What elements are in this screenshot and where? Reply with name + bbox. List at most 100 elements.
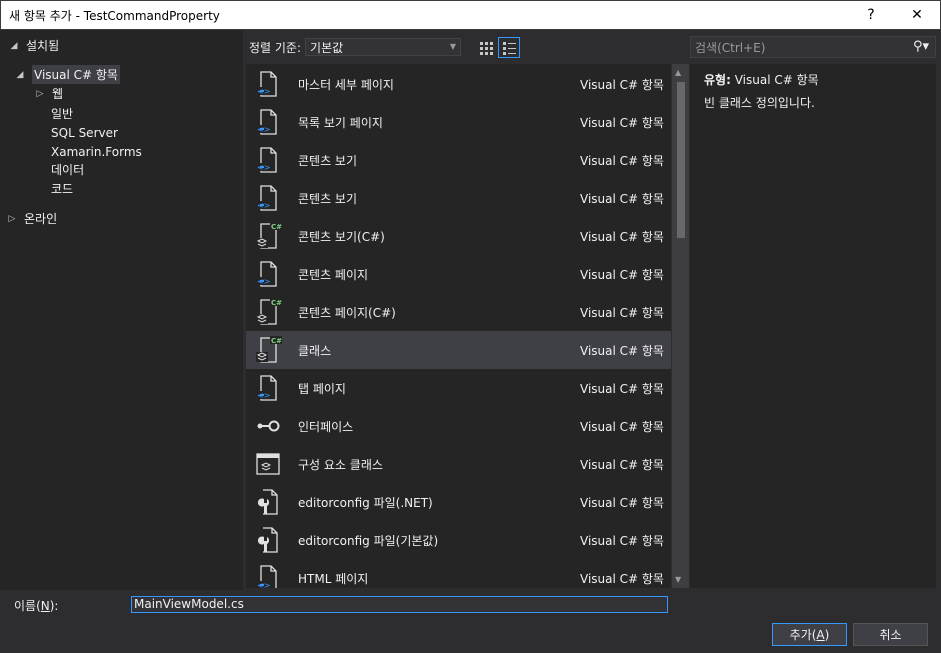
- tree-node-installed[interactable]: ◢ 설치됨: [8, 36, 60, 55]
- grid-icon: [480, 41, 493, 55]
- template-item-name: 콘텐츠 페이지: [298, 268, 369, 282]
- template-item-name: 탭 페이지: [298, 382, 346, 396]
- small-icons-view-button[interactable]: [475, 37, 497, 58]
- expanded-arrow-icon[interactable]: ◢: [8, 41, 20, 51]
- type-label: 유형:: [704, 73, 731, 87]
- template-item-category: Visual C# 항목: [580, 306, 664, 320]
- csharp-class-icon: C#: [254, 298, 282, 326]
- collapsed-arrow-icon[interactable]: ▷: [34, 89, 46, 99]
- template-item-name: 마스터 세부 페이지: [298, 78, 394, 92]
- template-item[interactable]: <> 콘텐츠 보기 Visual C# 항목: [246, 141, 671, 179]
- template-tree-panel: ◢ 설치됨 ◢ Visual C# 항목 ▷ 웹 일반 SQL Server X…: [0, 30, 243, 590]
- template-item[interactable]: C# 클래스 Visual C# 항목: [246, 331, 671, 369]
- template-item-name: HTML 페이지: [298, 572, 369, 586]
- svg-text:C#: C#: [271, 223, 282, 231]
- type-value: Visual C# 항목: [734, 73, 819, 87]
- template-item[interactable]: 구성 요소 클래스 Visual C# 항목: [246, 445, 671, 483]
- template-item[interactable]: <> HTML 페이지 Visual C# 항목: [246, 559, 671, 588]
- svg-text:C#: C#: [271, 337, 282, 345]
- xaml-page-icon: <>: [254, 146, 282, 174]
- template-item-category: Visual C# 항목: [580, 534, 664, 548]
- config-file-icon: [254, 488, 282, 516]
- template-item-name: editorconfig 파일(기본값): [298, 534, 439, 548]
- add-button[interactable]: 추가(A): [772, 623, 847, 646]
- template-item-category: Visual C# 항목: [580, 572, 664, 586]
- template-item[interactable]: <> 콘텐츠 페이지 Visual C# 항목: [246, 255, 671, 293]
- tree-node-data[interactable]: 데이터: [51, 160, 84, 179]
- template-item-category: Visual C# 항목: [580, 78, 664, 92]
- template-item-category: Visual C# 항목: [580, 382, 664, 396]
- template-item-name: 콘텐츠 보기(C#): [298, 230, 385, 244]
- template-item-category: Visual C# 항목: [580, 344, 664, 358]
- tree-node-sql-server[interactable]: SQL Server: [51, 123, 118, 142]
- template-item-category: Visual C# 항목: [580, 458, 664, 472]
- search-box[interactable]: 검색(Ctrl+E) ⚲▾: [690, 36, 936, 58]
- template-item-name: editorconfig 파일(.NET): [298, 496, 433, 510]
- details-panel: 유형: Visual C# 항목 빈 클래스 정의입니다.: [690, 64, 936, 588]
- list-scrollbar[interactable]: ▲ ▼: [672, 64, 689, 588]
- cancel-button[interactable]: 취소: [853, 623, 928, 646]
- description: 빈 클래스 정의입니다.: [704, 96, 815, 110]
- template-item[interactable]: C# 콘텐츠 보기(C#) Visual C# 항목: [246, 217, 671, 255]
- sort-bar: 정렬 기준: 기본값 ▼: [249, 36, 462, 58]
- template-list: <> 마스터 세부 페이지 Visual C# 항목 <> 목록 보기 페이지 Visua…: [246, 64, 671, 588]
- template-item[interactable]: <> 목록 보기 페이지 Visual C# 항목: [246, 103, 671, 141]
- type-row: 유형: Visual C# 항목: [704, 71, 819, 88]
- template-item[interactable]: editorconfig 파일(기본값) Visual C# 항목: [246, 521, 671, 559]
- csharp-class-icon: C#: [254, 222, 282, 250]
- list-icon: [503, 41, 516, 55]
- sort-dropdown[interactable]: 기본값 ▼: [305, 38, 462, 56]
- xaml-page-icon: <>: [254, 260, 282, 288]
- close-button[interactable]: ✕: [894, 1, 940, 29]
- name-input[interactable]: MainViewModel.cs: [131, 596, 668, 613]
- component-class-icon: [254, 450, 282, 478]
- scroll-up-icon[interactable]: ▲: [675, 68, 681, 77]
- chevron-down-icon: ▼: [449, 42, 457, 51]
- tree-node-xamarin-forms[interactable]: Xamarin.Forms: [51, 142, 142, 161]
- xaml-page-icon: <>: [254, 108, 282, 136]
- svg-text:C#: C#: [271, 299, 282, 307]
- tree-node-web[interactable]: ▷ 웹: [34, 84, 64, 103]
- scroll-down-icon[interactable]: ▼: [675, 575, 681, 584]
- template-item[interactable]: <> 탭 페이지 Visual C# 항목: [246, 369, 671, 407]
- tree-node-code[interactable]: 코드: [51, 179, 73, 198]
- template-item-category: Visual C# 항목: [580, 116, 664, 130]
- template-item-name: 콘텐츠 보기: [298, 192, 358, 206]
- tree-node-visual-cs[interactable]: ◢ Visual C# 항목: [14, 65, 120, 84]
- template-item-category: Visual C# 항목: [580, 496, 664, 510]
- template-item-name: 구성 요소 클래스: [298, 458, 383, 472]
- window-title: 새 항목 추가 - TestCommandProperty: [9, 8, 220, 23]
- template-item-name: 콘텐츠 페이지(C#): [298, 306, 396, 320]
- template-item-name: 콘텐츠 보기: [298, 154, 358, 168]
- expanded-arrow-icon[interactable]: ◢: [14, 70, 26, 80]
- template-item-category: Visual C# 항목: [580, 268, 664, 282]
- template-item[interactable]: 인터페이스 Visual C# 항목: [246, 407, 671, 445]
- scrollbar-thumb[interactable]: [677, 82, 685, 238]
- xaml-page-icon: <>: [254, 70, 282, 98]
- list-view-button[interactable]: [498, 37, 520, 58]
- template-item-category: Visual C# 항목: [580, 154, 664, 168]
- template-item-category: Visual C# 항목: [580, 192, 664, 206]
- name-label: 이름(N):: [14, 599, 59, 613]
- template-item-category: Visual C# 항목: [580, 420, 664, 434]
- template-item[interactable]: editorconfig 파일(.NET) Visual C# 항목: [246, 483, 671, 521]
- search-input[interactable]: 검색(Ctrl+E): [695, 39, 765, 56]
- template-item[interactable]: <> 마스터 세부 페이지 Visual C# 항목: [246, 65, 671, 103]
- tree-node-online[interactable]: ▷ 온라인: [6, 209, 58, 228]
- help-button[interactable]: ?: [848, 1, 894, 29]
- template-item[interactable]: <> 콘텐츠 보기 Visual C# 항목: [246, 179, 671, 217]
- tree-node-general[interactable]: 일반: [51, 104, 73, 123]
- config-file-icon: [254, 526, 282, 554]
- title-bar: 새 항목 추가 - TestCommandProperty ? ✕: [0, 0, 941, 30]
- template-item-category: Visual C# 항목: [580, 230, 664, 244]
- template-item-name: 목록 보기 페이지: [298, 116, 383, 130]
- collapsed-arrow-icon[interactable]: ▷: [6, 214, 18, 224]
- xaml-page-icon: <>: [254, 184, 282, 212]
- search-icon[interactable]: ⚲▾: [913, 39, 929, 54]
- interface-icon: [254, 412, 282, 440]
- xaml-page-icon: <>: [254, 564, 282, 588]
- sort-label: 정렬 기준:: [249, 40, 302, 55]
- xaml-page-icon: <>: [254, 374, 282, 402]
- template-item[interactable]: C# 콘텐츠 페이지(C#) Visual C# 항목: [246, 293, 671, 331]
- template-item-name: 인터페이스: [298, 420, 354, 434]
